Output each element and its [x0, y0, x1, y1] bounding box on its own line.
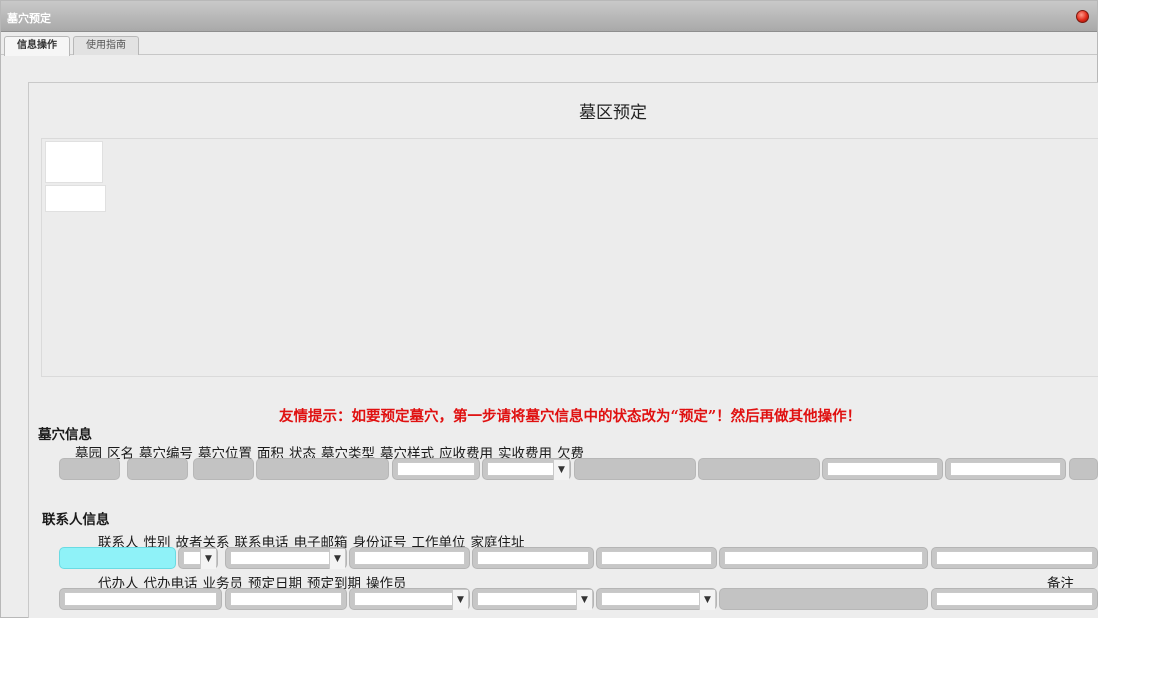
email-input[interactable]: [472, 547, 594, 569]
area-name-field[interactable]: [127, 458, 188, 480]
friendly-tip: 友情提示：如要预定墓穴，第一步请将墓穴信息中的状态改为“预定”！然后再做其他操作…: [279, 408, 862, 425]
tab-user-guide[interactable]: 使用指南: [73, 36, 139, 55]
relation-select[interactable]: ▼: [225, 547, 347, 569]
contact-person-input[interactable]: [59, 547, 176, 569]
received-fee-input[interactable]: [945, 458, 1066, 480]
outer-background-bottom: [0, 618, 1174, 684]
gender-select[interactable]: ▼: [178, 547, 218, 569]
area-size-input[interactable]: [392, 458, 480, 480]
window-title: 墓穴预定: [7, 12, 51, 25]
receivable-fee-input[interactable]: [822, 458, 943, 480]
remark-input[interactable]: [931, 588, 1098, 610]
work-unit-input[interactable]: [719, 547, 928, 569]
grave-info-title: 墓穴信息: [38, 427, 92, 443]
grave-type-field[interactable]: [574, 458, 696, 480]
grave-map-area: [41, 138, 1111, 377]
chevron-down-icon[interactable]: ▼: [329, 549, 345, 569]
outer-background: [1098, 0, 1174, 684]
booking-date-select[interactable]: ▼: [472, 588, 594, 610]
chevron-down-icon[interactable]: ▼: [200, 549, 216, 569]
status-select[interactable]: ▼: [482, 458, 571, 480]
agent-input[interactable]: [59, 588, 222, 610]
chevron-down-icon[interactable]: ▼: [699, 590, 715, 610]
cemetery-field[interactable]: [59, 458, 120, 480]
agent-phone-input[interactable]: [225, 588, 347, 610]
page-title: 墓区预定: [579, 103, 647, 123]
booking-expiry-select[interactable]: ▼: [596, 588, 717, 610]
chevron-down-icon[interactable]: ▼: [576, 590, 592, 610]
operator-field[interactable]: [719, 588, 928, 610]
close-icon[interactable]: [1076, 10, 1089, 23]
chevron-down-icon[interactable]: ▼: [452, 590, 468, 610]
map-block-2[interactable]: [45, 185, 106, 212]
tab-info-operation[interactable]: 信息操作: [4, 36, 70, 56]
grave-location-field[interactable]: [256, 458, 389, 480]
phone-input[interactable]: [349, 547, 470, 569]
map-block-1[interactable]: [45, 141, 103, 183]
chevron-down-icon[interactable]: ▼: [553, 460, 569, 480]
id-number-input[interactable]: [596, 547, 717, 569]
tab-bar: 信息操作 使用指南: [1, 32, 1097, 56]
home-address-input[interactable]: [931, 547, 1098, 569]
salesperson-select[interactable]: ▼: [349, 588, 470, 610]
grave-number-field[interactable]: [193, 458, 254, 480]
title-bar: 墓穴预定: [1, 1, 1097, 32]
arrears-field[interactable]: [1069, 458, 1098, 480]
contact-info-title: 联系人信息: [42, 512, 110, 528]
grave-style-field[interactable]: [698, 458, 820, 480]
